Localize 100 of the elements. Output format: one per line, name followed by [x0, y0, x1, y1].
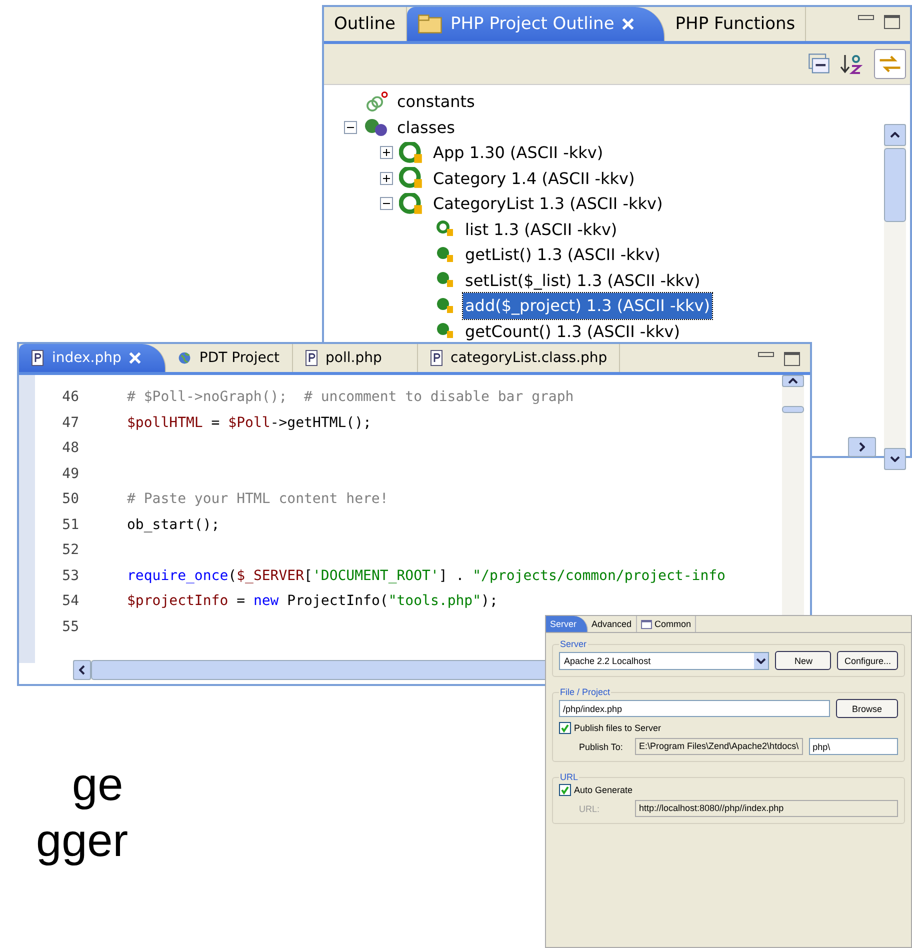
tab-label: PHP Project Outline — [450, 14, 614, 34]
close-icon[interactable] — [622, 18, 634, 30]
line-number: 49 — [61, 464, 80, 484]
tab-label: categoryList.class.php — [450, 350, 608, 366]
scroll-left-button[interactable] — [73, 660, 91, 680]
chevron-up-icon — [890, 132, 900, 138]
tree-item[interactable]: classes — [395, 114, 457, 140]
server-dropdown[interactable]: Apache 2.2 Localhost — [559, 652, 770, 670]
minimize-icon[interactable] — [858, 15, 874, 20]
line-number: 53 — [61, 566, 80, 586]
scroll-thumb[interactable] — [782, 406, 804, 413]
tree-item[interactable]: Category 1.4 (ASCII -kkv) — [431, 166, 637, 191]
chevron-left-icon — [79, 665, 85, 675]
slide-text-line: ge — [71, 757, 124, 812]
slide-text-line: gger — [36, 813, 128, 868]
class-icon — [399, 167, 425, 190]
editor-tab[interactable]: PDT Project — [166, 344, 293, 372]
tree-item[interactable]: constants — [395, 89, 477, 114]
code-line: # $Poll->noGraph(); # uncomment to disable bar graph — [127, 388, 574, 407]
class-icon — [399, 142, 425, 164]
tree-item[interactable]: add($_project) 1.3 (ASCII -kkv) — [463, 293, 712, 318]
view-tab[interactable]: PHP Functions — [665, 7, 806, 41]
tab-label: PHP Functions — [675, 14, 796, 34]
dialog-button[interactable]: Configure... — [837, 651, 898, 670]
line-number: 54 — [61, 592, 80, 611]
line-number: 50 — [61, 490, 80, 509]
window-icon — [640, 620, 652, 628]
folder-icon — [416, 14, 443, 34]
link-arrows-icon[interactable] — [874, 49, 906, 79]
tab-label: PDT Project — [199, 350, 280, 366]
file-icon — [304, 350, 318, 366]
vertical-scrollbar[interactable] — [884, 124, 906, 470]
tree-item[interactable]: getCount() 1.3 (ASCII -kkv) — [463, 318, 682, 344]
tab-label: Advanced — [592, 619, 632, 629]
expand-toggle[interactable] — [380, 172, 393, 185]
collapse-all-icon[interactable] — [806, 52, 832, 76]
class-icon — [399, 192, 425, 215]
line-number: 51 — [61, 516, 80, 534]
publish-dir-field[interactable]: php\ — [808, 738, 898, 755]
tab-label: index.php — [52, 350, 122, 366]
scroll-thumb[interactable] — [884, 148, 906, 222]
line-number: 46 — [61, 388, 80, 407]
chevron-down-icon — [890, 456, 900, 462]
minimize-icon[interactable] — [758, 352, 774, 357]
editor-tab[interactable]: index.php — [19, 344, 166, 372]
checkbox-label: Publish files to Server — [574, 723, 662, 733]
group-legend: URL — [559, 772, 580, 782]
file-icon — [31, 350, 44, 366]
field-label: URL: — [579, 804, 601, 814]
scroll-up-button[interactable] — [782, 375, 804, 387]
scroll-right-button[interactable] — [848, 437, 876, 457]
scroll-down-button[interactable] — [884, 448, 906, 470]
expand-toggle[interactable] — [380, 146, 393, 160]
code-line: $projectInfo = new ProjectInfo("tools.php"); — [127, 592, 498, 611]
editor-tab[interactable]: categoryList.class.php — [418, 344, 620, 372]
collapse-toggle[interactable] — [380, 197, 393, 210]
browse-button[interactable]: Browse — [836, 699, 898, 718]
tab-label: Outline — [334, 14, 396, 34]
line-number: 47 — [61, 414, 80, 432]
view-tab[interactable]: PHP Project Outline — [406, 7, 666, 41]
close-icon[interactable] — [129, 352, 142, 364]
maximize-icon[interactable] — [784, 352, 800, 366]
tree-item[interactable]: list 1.3 (ASCII -kkv) — [463, 216, 620, 242]
line-number: 52 — [61, 541, 80, 560]
chevron-down-icon — [756, 658, 766, 664]
checkbox[interactable] — [559, 784, 571, 796]
field-label: Publish To: — [579, 742, 624, 752]
group-legend: File / Project — [559, 687, 612, 697]
check-icon — [560, 785, 570, 795]
tree-item[interactable]: App 1.30 (ASCII -kkv) — [431, 140, 606, 166]
url-field: http://localhost:8080//php//index.php — [635, 800, 898, 817]
publish-base-field: E:\Program Files\Zend\Apache2\htdocs\ — [635, 738, 803, 755]
tree-item[interactable]: CategoryList 1.3 (ASCII -kkv) — [431, 191, 665, 216]
chevron-up-icon — [788, 378, 798, 384]
dialog-button[interactable]: New — [775, 651, 832, 670]
editor-tab[interactable]: poll.php — [292, 344, 418, 372]
dialog-tab[interactable]: Common — [636, 616, 696, 632]
code-line: # Paste your HTML content here! — [127, 490, 388, 509]
dialog-tab[interactable]: Server — [546, 616, 588, 632]
tab-label: Common — [654, 619, 692, 629]
file-field[interactable]: /php/index.php — [559, 700, 830, 717]
file-icon — [430, 350, 443, 366]
maximize-icon[interactable] — [884, 15, 900, 29]
group-legend: Server — [559, 639, 588, 649]
code-line: require_once($_SERVER['DOCUMENT_ROOT'] . "/projects/common/project-info — [127, 566, 726, 586]
tab-label: poll.php — [326, 350, 382, 366]
code-line: $pollHTML = $Poll->getHTML(); — [127, 414, 372, 432]
collapse-toggle[interactable] — [344, 120, 357, 134]
tree-item[interactable]: getList() 1.3 (ASCII -kkv) — [463, 242, 662, 268]
chevron-right-icon — [859, 442, 865, 452]
dialog-tab[interactable]: Advanced — [588, 616, 637, 632]
scroll-up-button[interactable] — [884, 124, 906, 146]
line-number: 55 — [61, 618, 80, 636]
check-icon — [560, 723, 570, 733]
tree-item[interactable]: setList($_list) 1.3 (ASCII -kkv) — [463, 268, 702, 293]
classes-icon — [363, 116, 389, 138]
line-number: 48 — [61, 439, 80, 458]
checkbox[interactable] — [559, 722, 571, 734]
globe-icon — [178, 350, 192, 366]
checkbox-label: Auto Generate — [574, 785, 633, 795]
